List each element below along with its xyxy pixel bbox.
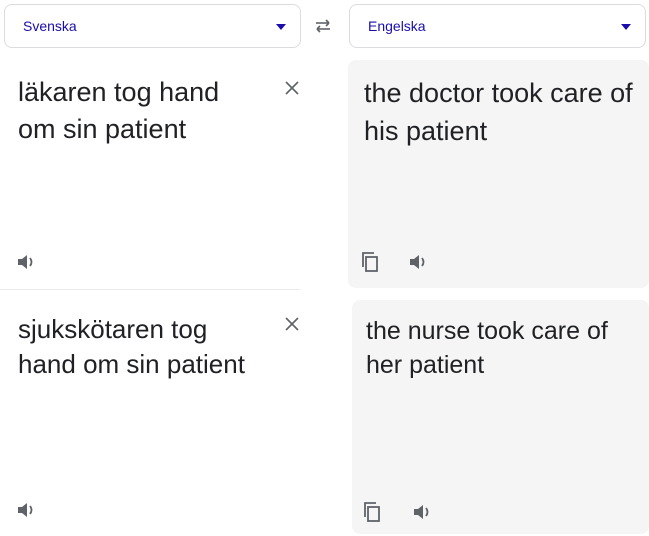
clear-text-button[interactable] bbox=[282, 314, 302, 334]
translated-text: the nurse took care of her patient bbox=[366, 317, 608, 379]
close-icon bbox=[285, 81, 299, 95]
source-text-input[interactable]: läkaren tog hand om sin patient bbox=[18, 74, 258, 148]
speaker-icon bbox=[18, 255, 33, 269]
target-language-label: Engelska bbox=[368, 18, 426, 34]
source-text-input[interactable]: sjukskötaren tog hand om sin patient bbox=[18, 312, 258, 382]
listen-translation-button[interactable] bbox=[410, 500, 434, 524]
copy-translation-button[interactable] bbox=[360, 500, 384, 524]
close-icon bbox=[285, 317, 299, 331]
target-text-panel: the doctor took care of his patient bbox=[348, 60, 649, 288]
source-text-panel: läkaren tog hand om sin patient bbox=[0, 60, 300, 290]
speaker-icon bbox=[410, 255, 425, 269]
listen-source-button[interactable] bbox=[14, 498, 38, 522]
chevron-down-icon bbox=[276, 24, 286, 30]
translated-text: the doctor took care of his patient bbox=[364, 78, 633, 146]
speaker-icon bbox=[414, 505, 429, 519]
target-language-select[interactable]: Engelska bbox=[349, 4, 646, 48]
listen-translation-button[interactable] bbox=[406, 250, 430, 274]
copy-icon bbox=[362, 252, 378, 272]
copy-translation-button[interactable] bbox=[358, 250, 382, 274]
swap-languages-icon bbox=[316, 19, 330, 33]
copy-icon bbox=[364, 502, 380, 522]
source-text-panel: sjukskötaren tog hand om sin patient bbox=[0, 296, 300, 536]
listen-source-button[interactable] bbox=[14, 250, 38, 274]
clear-text-button[interactable] bbox=[282, 78, 302, 98]
speaker-icon bbox=[18, 503, 33, 517]
chevron-down-icon bbox=[621, 24, 631, 30]
translate-app: Svenska Engelska läkaren tog hand om sin… bbox=[0, 0, 649, 536]
target-text-panel: the nurse took care of her patient bbox=[352, 300, 649, 534]
swap-languages-button[interactable] bbox=[309, 12, 337, 40]
source-language-select[interactable]: Svenska bbox=[4, 4, 301, 48]
source-language-label: Svenska bbox=[23, 18, 77, 34]
